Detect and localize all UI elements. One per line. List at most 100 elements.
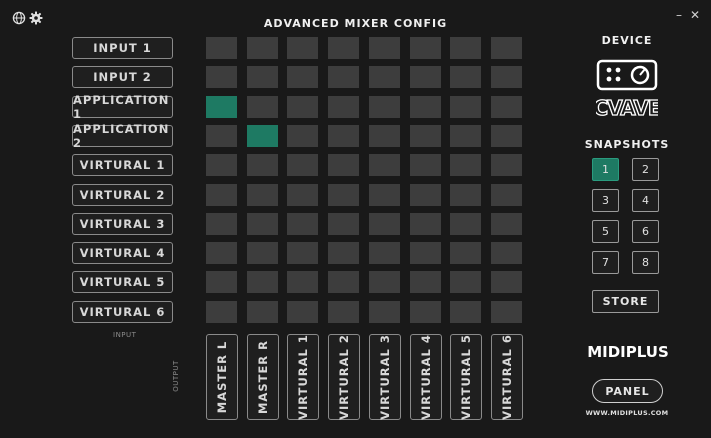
snapshot-button-2[interactable]: 2 xyxy=(632,158,659,181)
matrix-cell[interactable] xyxy=(450,37,482,59)
matrix-cell[interactable] xyxy=(206,66,237,89)
matrix-cell[interactable] xyxy=(287,212,319,235)
matrix-cell[interactable] xyxy=(450,124,482,147)
snapshot-button-6[interactable]: 6 xyxy=(632,220,659,243)
matrix-cell[interactable] xyxy=(328,212,360,235)
output-button-4[interactable]: VIRTURAL 2 xyxy=(328,334,361,420)
matrix-cell[interactable] xyxy=(246,95,278,118)
matrix-cell[interactable] xyxy=(490,242,522,265)
matrix-cell[interactable] xyxy=(246,37,278,59)
matrix-cell[interactable] xyxy=(368,183,400,206)
matrix-cell[interactable] xyxy=(246,212,278,235)
matrix-cell[interactable] xyxy=(490,124,522,147)
input-button-2[interactable]: INPUT 2 xyxy=(72,66,173,89)
output-button-6[interactable]: VIRTURAL 4 xyxy=(409,334,442,420)
matrix-cell[interactable] xyxy=(490,37,522,59)
matrix-cell[interactable] xyxy=(368,154,400,177)
snapshot-button-7[interactable]: 7 xyxy=(592,251,619,274)
matrix-cell[interactable] xyxy=(490,66,522,89)
matrix-cell[interactable] xyxy=(206,154,237,177)
matrix-cell[interactable] xyxy=(409,154,441,177)
matrix-cell[interactable] xyxy=(246,154,278,177)
matrix-cell[interactable] xyxy=(287,271,319,294)
matrix-cell[interactable] xyxy=(409,300,441,323)
input-button-8[interactable]: VIRTURAL 4 xyxy=(72,242,173,265)
matrix-cell[interactable] xyxy=(287,66,319,89)
matrix-cell[interactable] xyxy=(490,183,522,206)
output-button-5[interactable]: VIRTURAL 3 xyxy=(368,334,401,420)
matrix-cell[interactable] xyxy=(328,37,360,59)
matrix-cell[interactable] xyxy=(246,271,278,294)
snapshot-button-5[interactable]: 5 xyxy=(592,220,619,243)
minimize-button[interactable]: – xyxy=(676,8,682,22)
output-button-7[interactable]: VIRTURAL 5 xyxy=(450,334,483,420)
input-button-3[interactable]: APPLICATION 1 xyxy=(72,93,173,121)
matrix-cell[interactable] xyxy=(287,300,319,323)
matrix-cell[interactable] xyxy=(368,124,400,147)
matrix-cell[interactable] xyxy=(450,212,482,235)
input-button-4[interactable]: APPLICATION 2 xyxy=(72,122,173,150)
matrix-cell[interactable] xyxy=(409,271,441,294)
snapshot-button-8[interactable]: 8 xyxy=(632,251,659,274)
matrix-cell[interactable] xyxy=(206,300,237,323)
input-button-10[interactable]: VIRTURAL 6 xyxy=(72,300,173,323)
matrix-cell[interactable] xyxy=(490,300,522,323)
snapshot-button-1[interactable]: 1 xyxy=(592,158,619,181)
matrix-cell[interactable] xyxy=(246,242,278,265)
matrix-cell[interactable] xyxy=(409,183,441,206)
matrix-cell[interactable] xyxy=(287,95,319,118)
matrix-cell[interactable] xyxy=(287,183,319,206)
matrix-cell[interactable] xyxy=(368,95,400,118)
matrix-cell[interactable] xyxy=(246,66,278,89)
matrix-cell[interactable] xyxy=(328,300,360,323)
matrix-cell[interactable] xyxy=(368,300,400,323)
matrix-cell[interactable] xyxy=(287,124,319,147)
matrix-cell[interactable] xyxy=(368,271,400,294)
matrix-cell[interactable] xyxy=(368,212,400,235)
matrix-cell[interactable] xyxy=(409,212,441,235)
input-button-1[interactable]: INPUT 1 xyxy=(72,37,173,59)
matrix-cell[interactable] xyxy=(450,271,482,294)
matrix-cell[interactable] xyxy=(409,66,441,89)
output-button-8[interactable]: VIRTURAL 6 xyxy=(490,334,523,420)
matrix-cell[interactable] xyxy=(287,242,319,265)
store-button[interactable]: STORE xyxy=(592,290,659,313)
snapshot-button-3[interactable]: 3 xyxy=(592,189,619,212)
matrix-cell[interactable] xyxy=(206,183,237,206)
matrix-cell[interactable] xyxy=(409,95,441,118)
output-button-1[interactable]: MASTER L xyxy=(206,334,238,420)
matrix-cell[interactable] xyxy=(206,271,237,294)
matrix-cell[interactable] xyxy=(246,124,278,147)
panel-button[interactable]: PANEL xyxy=(592,379,663,403)
input-button-7[interactable]: VIRTURAL 3 xyxy=(72,212,173,235)
input-button-9[interactable]: VIRTURAL 5 xyxy=(72,271,173,294)
matrix-cell[interactable] xyxy=(328,95,360,118)
matrix-cell[interactable] xyxy=(206,37,237,59)
output-button-3[interactable]: VIRTURAL 1 xyxy=(287,334,320,420)
matrix-cell[interactable] xyxy=(450,183,482,206)
matrix-cell[interactable] xyxy=(409,124,441,147)
matrix-cell[interactable] xyxy=(450,95,482,118)
matrix-cell[interactable] xyxy=(328,242,360,265)
matrix-cell[interactable] xyxy=(206,242,237,265)
matrix-cell[interactable] xyxy=(409,37,441,59)
matrix-cell[interactable] xyxy=(490,95,522,118)
matrix-cell[interactable] xyxy=(206,95,237,118)
matrix-cell[interactable] xyxy=(450,242,482,265)
matrix-cell[interactable] xyxy=(328,66,360,89)
matrix-cell[interactable] xyxy=(206,124,237,147)
matrix-cell[interactable] xyxy=(368,242,400,265)
matrix-cell[interactable] xyxy=(328,154,360,177)
matrix-cell[interactable] xyxy=(287,37,319,59)
matrix-cell[interactable] xyxy=(368,37,400,59)
matrix-cell[interactable] xyxy=(287,154,319,177)
matrix-cell[interactable] xyxy=(206,212,237,235)
output-button-2[interactable]: MASTER R xyxy=(246,334,279,420)
matrix-cell[interactable] xyxy=(490,271,522,294)
matrix-cell[interactable] xyxy=(246,183,278,206)
matrix-cell[interactable] xyxy=(450,66,482,89)
snapshot-button-4[interactable]: 4 xyxy=(632,189,659,212)
matrix-cell[interactable] xyxy=(490,212,522,235)
input-button-5[interactable]: VIRTURAL 1 xyxy=(72,154,173,177)
matrix-cell[interactable] xyxy=(246,300,278,323)
